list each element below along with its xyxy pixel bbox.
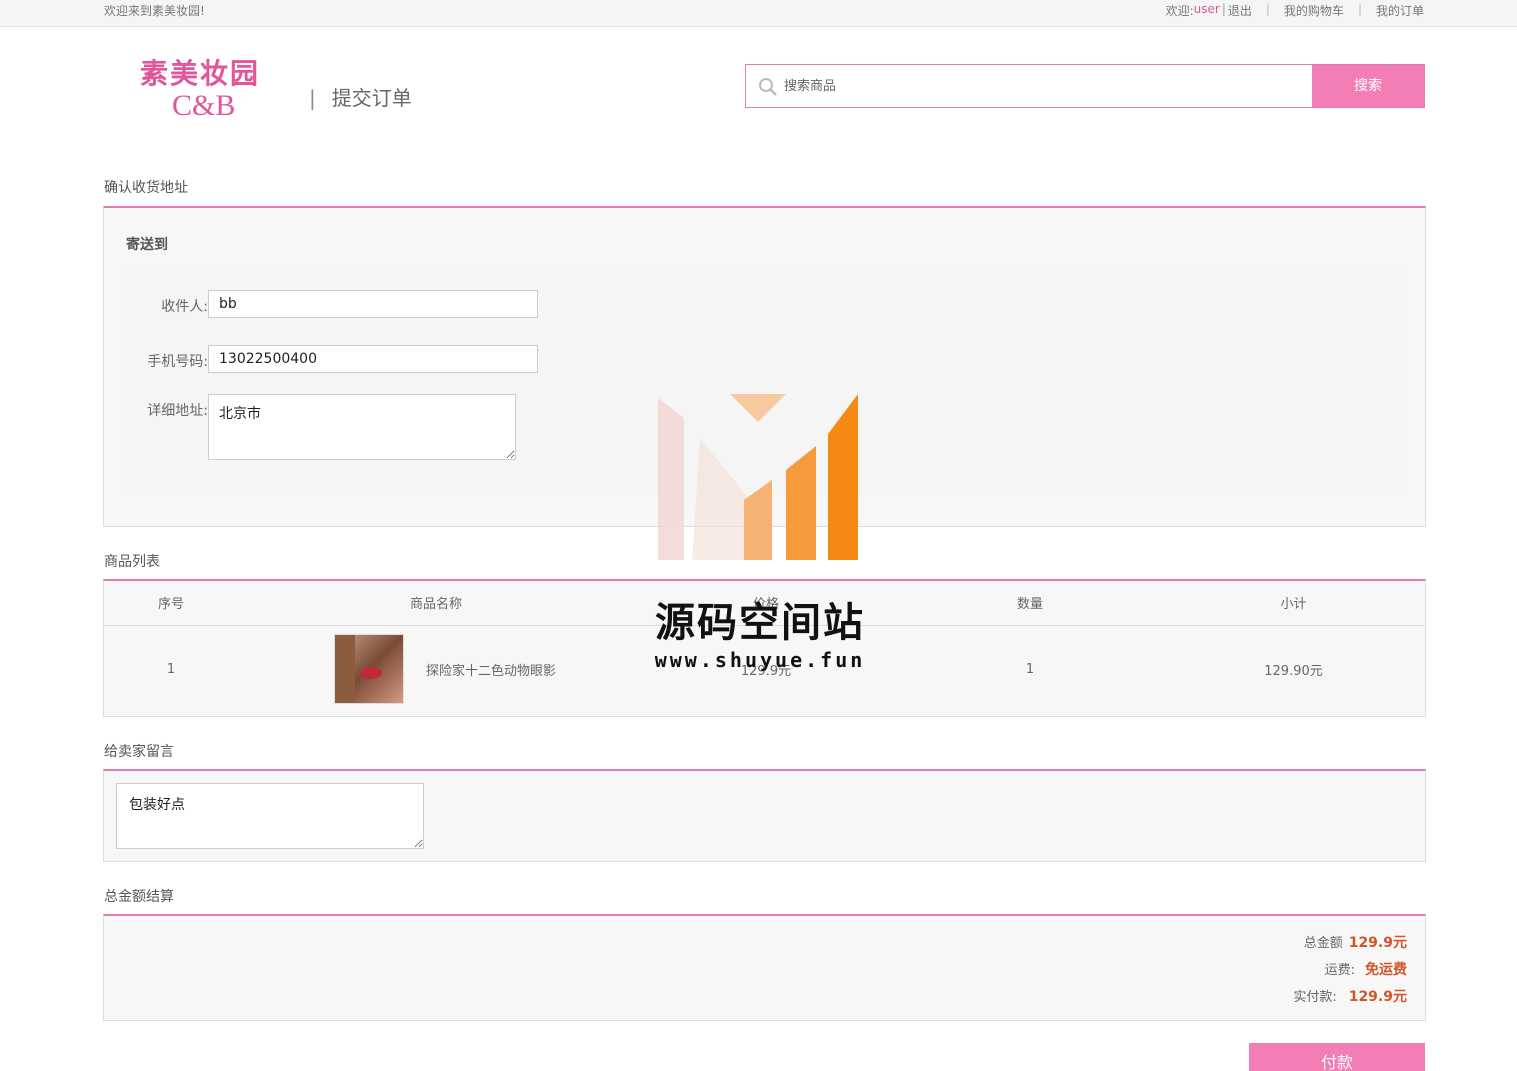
divider: | bbox=[1221, 2, 1226, 16]
thumbnail-detail bbox=[335, 635, 355, 704]
shipping-value: 免运费 bbox=[1365, 962, 1407, 978]
row-price: 129.9元 bbox=[740, 663, 792, 679]
col-name: 商品名称 bbox=[238, 581, 634, 626]
search-input[interactable] bbox=[784, 71, 1304, 101]
top-bar: 欢迎来到素美妆园! 欢迎: user | 退出 | 我的购物车 | 我的订单 bbox=[0, 0, 1517, 27]
logo-cn: 素美妆园 bbox=[140, 57, 261, 90]
welcome-text: 欢迎来到素美妆园! bbox=[104, 4, 205, 18]
col-price: 价格 bbox=[634, 581, 898, 626]
shipping-row: 运费: 免运费 bbox=[1293, 957, 1407, 984]
paid-value: 129.9元 bbox=[1348, 989, 1407, 1005]
col-subtotal: 小计 bbox=[1162, 581, 1425, 626]
col-qty: 数量 bbox=[898, 581, 1162, 626]
search-button[interactable]: 搜索 bbox=[1312, 65, 1424, 107]
pay-button[interactable]: 付款 bbox=[1249, 1043, 1425, 1071]
page-title: | 提交订单 bbox=[309, 82, 412, 111]
row-qty: 1 bbox=[1025, 661, 1035, 677]
row-subtotal: 129.90元 bbox=[1264, 663, 1323, 679]
receiver-row: 收件人: bbox=[98, 290, 538, 318]
shipping-label: 运费: bbox=[1324, 963, 1355, 978]
search-icon bbox=[759, 78, 777, 96]
top-links: 欢迎: user | 退出 | 我的购物车 | 我的订单 bbox=[1166, 2, 1424, 19]
table-row: 1 探险家十二色动物眼影 129.9元 1 129.90元 bbox=[104, 625, 1425, 713]
logo-en: C&B bbox=[172, 89, 236, 122]
receiver-label: 收件人: bbox=[161, 299, 208, 315]
orders-link[interactable]: 我的订单 bbox=[1376, 2, 1424, 19]
thumbnail-detail bbox=[360, 667, 382, 680]
total-row: 总金额 129.9元 bbox=[1293, 930, 1407, 957]
total-label: 总金额 bbox=[1303, 936, 1343, 951]
row-index: 1 bbox=[166, 661, 176, 677]
message-panel: 包装好点 bbox=[103, 769, 1426, 862]
paid-row: 实付款: 129.9元 bbox=[1293, 984, 1407, 1011]
username-link[interactable]: user bbox=[1194, 2, 1220, 19]
receiver-input[interactable] bbox=[208, 290, 538, 318]
summary-section-title: 总金额结算 bbox=[104, 889, 174, 905]
cart-link[interactable]: 我的购物车 bbox=[1284, 2, 1344, 19]
phone-row: 手机号码: bbox=[98, 345, 538, 373]
product-thumbnail[interactable] bbox=[334, 634, 404, 705]
detail-address-input[interactable]: 北京市 bbox=[208, 394, 516, 460]
logout-link[interactable]: 退出 bbox=[1228, 2, 1252, 19]
phone-label: 手机号码: bbox=[147, 354, 208, 370]
paid-label: 实付款: bbox=[1293, 990, 1337, 1005]
page-title-text: 提交订单 bbox=[331, 86, 412, 110]
product-cell: 探险家十二色动物眼影 bbox=[238, 634, 634, 705]
totals: 总金额 129.9元 运费: 免运费 实付款: 129.9元 bbox=[1293, 930, 1407, 1011]
welcome-prefix: 欢迎: bbox=[1165, 4, 1194, 18]
seller-message-input[interactable]: 包装好点 bbox=[116, 783, 424, 849]
total-value: 129.9元 bbox=[1348, 935, 1407, 951]
address-form: 收件人: 手机号码: 详细地址: 北京市 bbox=[126, 266, 1402, 496]
divider: | bbox=[1265, 2, 1270, 16]
detail-address-label: 详细地址: bbox=[147, 403, 208, 419]
row-product: 探险家十二色动物眼影 bbox=[238, 625, 634, 713]
goods-table: 序号 商品名称 价格 数量 小计 1 探险家十二色动物眼影 129.9元 1 1… bbox=[104, 581, 1425, 713]
address-panel: 寄送到 收件人: 手机号码: 详细地址: 北京市 bbox=[103, 206, 1426, 527]
detail-address-row: 详细地址: 北京市 bbox=[98, 394, 516, 460]
ship-to-title: 寄送到 bbox=[126, 237, 168, 253]
col-index: 序号 bbox=[104, 581, 238, 626]
goods-panel: 序号 商品名称 价格 数量 小计 1 探险家十二色动物眼影 129.9元 1 1… bbox=[103, 579, 1426, 717]
summary-panel: 总金额 129.9元 运费: 免运费 实付款: 129.9元 bbox=[103, 914, 1426, 1021]
product-name[interactable]: 探险家十二色动物眼影 bbox=[426, 660, 556, 679]
goods-header-row: 序号 商品名称 价格 数量 小计 bbox=[104, 581, 1425, 626]
message-section-title: 给卖家留言 bbox=[104, 744, 174, 760]
site-logo[interactable]: 素美妆园 C&B bbox=[140, 58, 270, 124]
divider: | bbox=[1357, 2, 1362, 16]
search-box: 搜索 bbox=[745, 64, 1425, 108]
title-divider: | bbox=[309, 86, 316, 110]
phone-input[interactable] bbox=[208, 345, 538, 373]
goods-section-title: 商品列表 bbox=[104, 554, 160, 570]
address-section-title: 确认收货地址 bbox=[104, 180, 188, 196]
